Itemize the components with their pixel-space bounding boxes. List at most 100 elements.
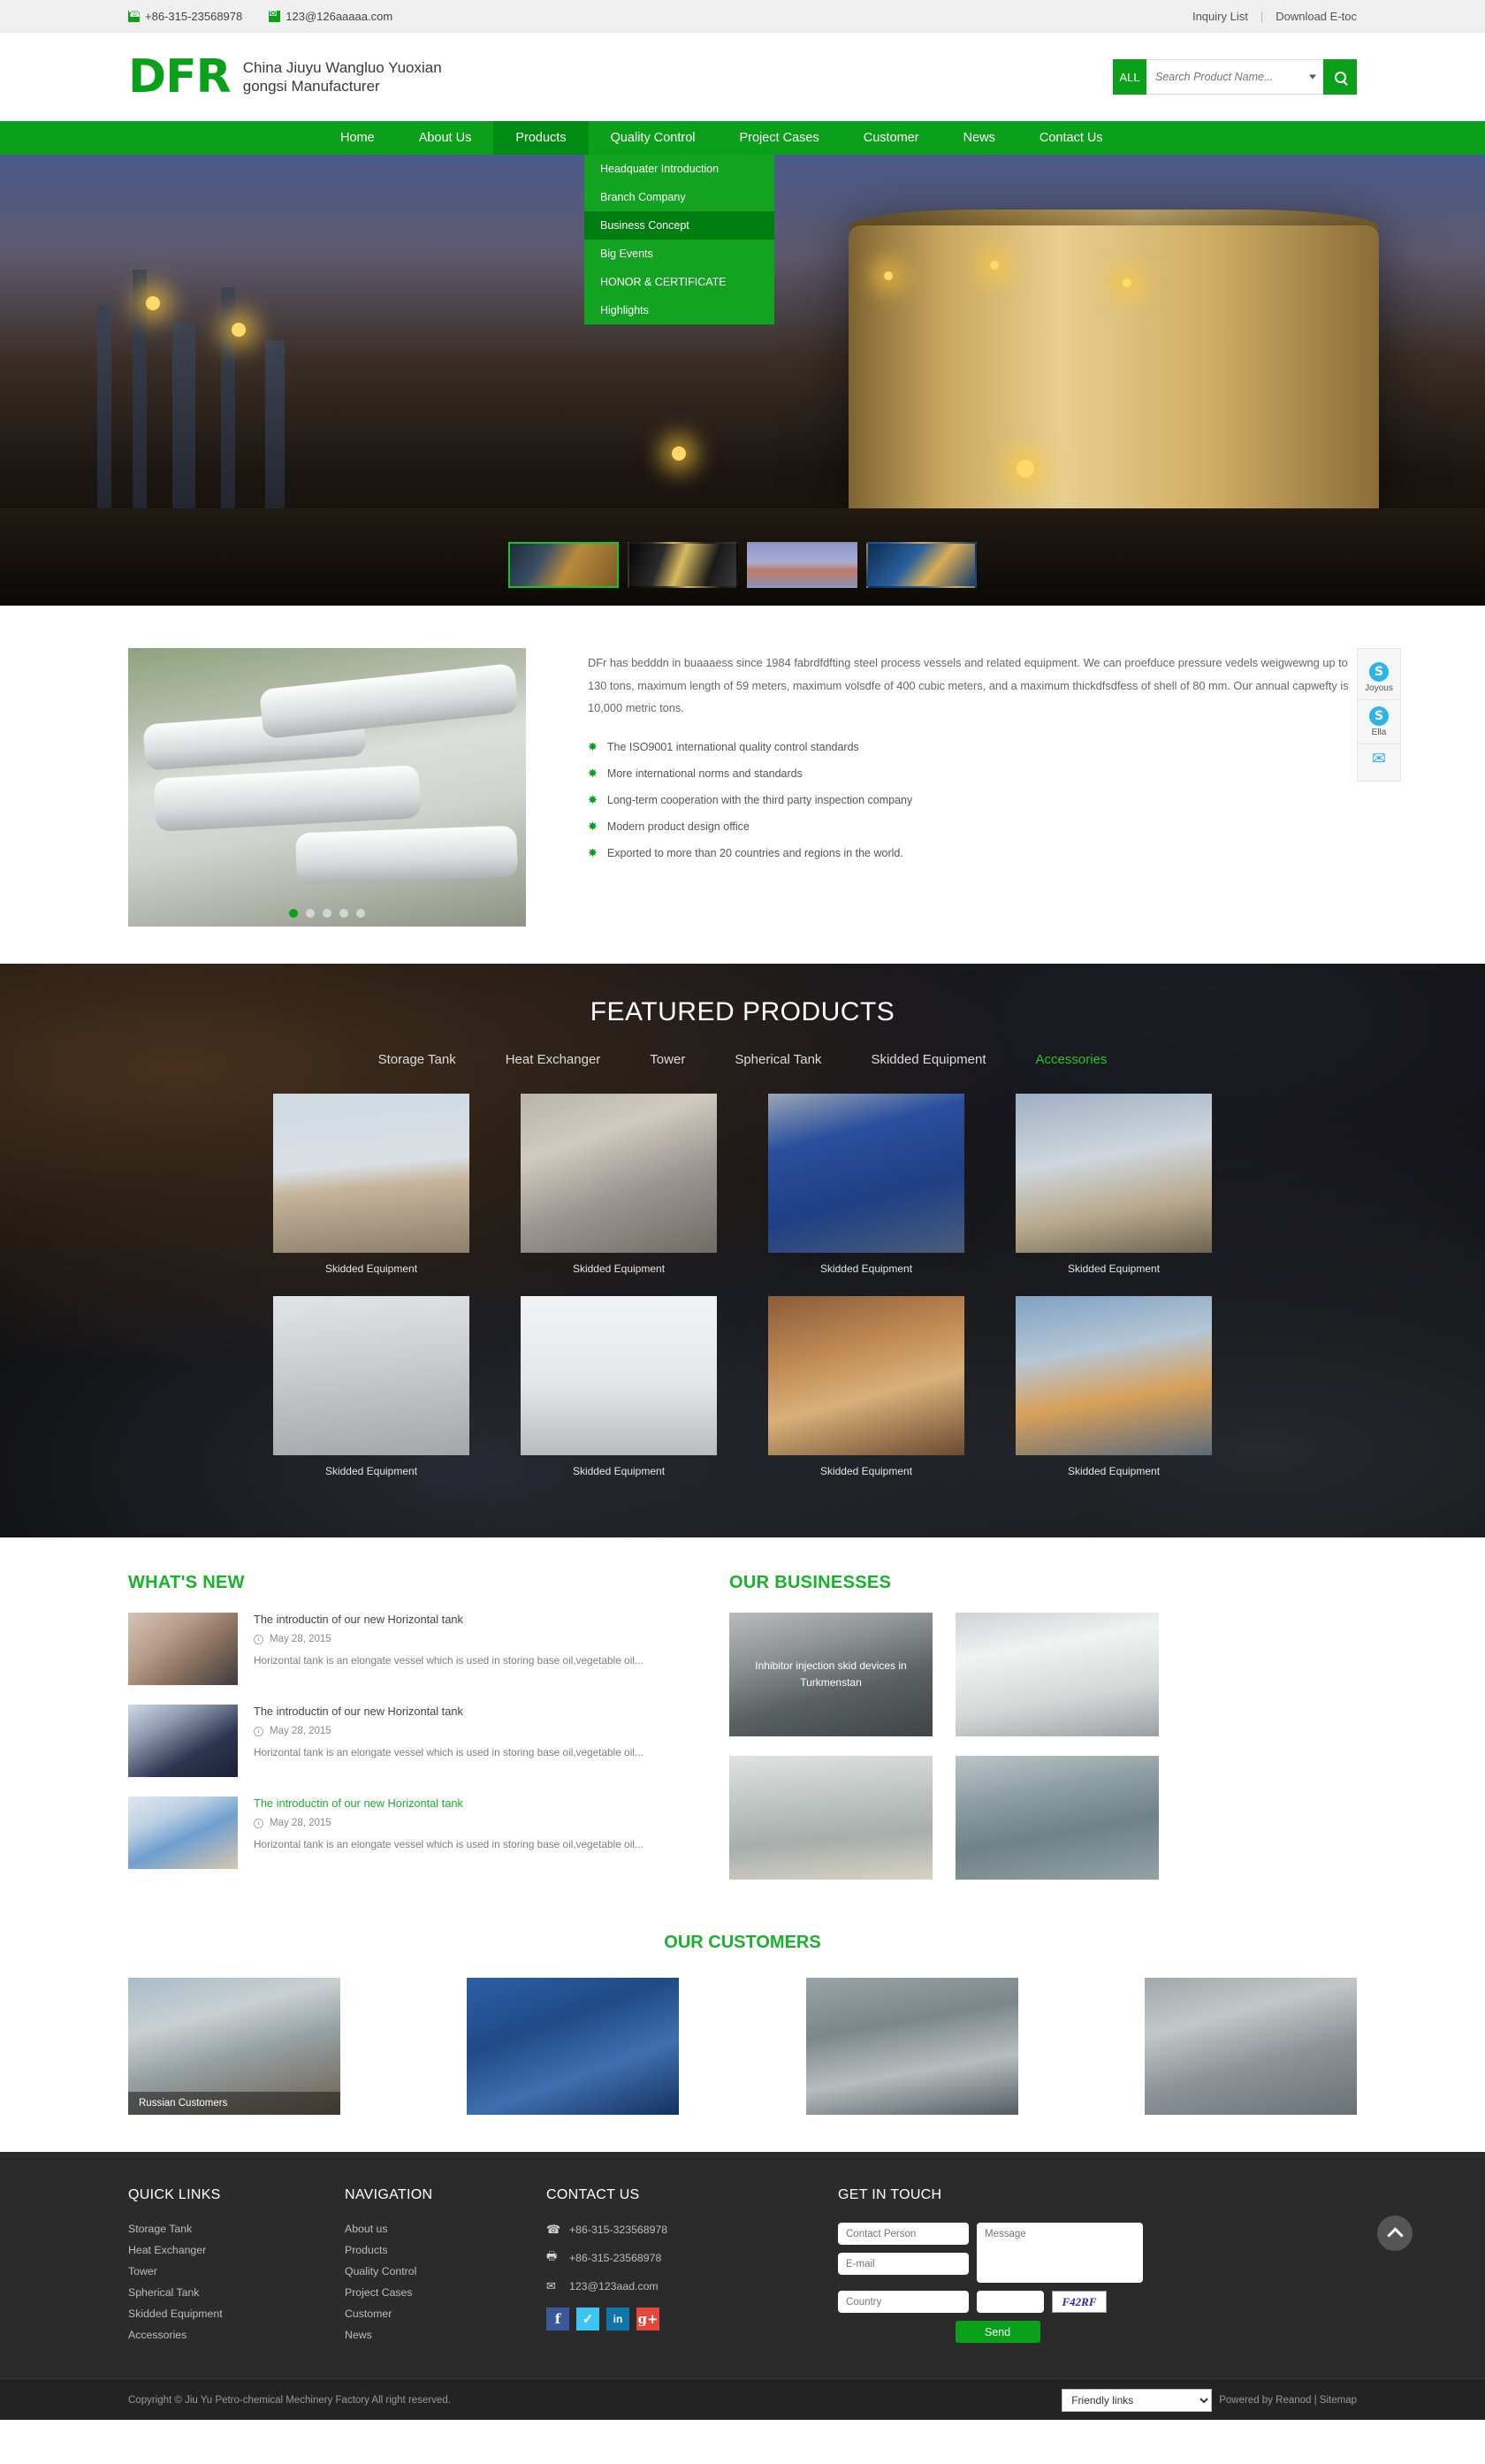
hero-thumbnail-3[interactable] bbox=[747, 542, 857, 588]
product-card[interactable]: Skidded Equipment bbox=[768, 1094, 964, 1275]
download-etoc-link[interactable]: Download E-toc bbox=[1276, 10, 1357, 23]
product-card[interactable]: Skidded Equipment bbox=[521, 1094, 717, 1275]
footer-nav-quality-control[interactable]: Quality Control bbox=[345, 2265, 546, 2277]
nav-item-quality-control[interactable]: Quality Control bbox=[589, 121, 718, 155]
news-thumbnail[interactable] bbox=[128, 1613, 238, 1685]
nav-item-customer[interactable]: Customer bbox=[842, 121, 941, 155]
news-title[interactable]: The introductin of our new Horizontal ta… bbox=[254, 1613, 659, 1626]
dropdown-item-highlights[interactable]: Highlights bbox=[584, 296, 774, 324]
product-card[interactable]: Skidded Equipment bbox=[273, 1296, 469, 1477]
customer-card[interactable] bbox=[1144, 1978, 1357, 2115]
dropdown-item-big-events[interactable]: Big Events bbox=[584, 240, 774, 268]
dropdown-item-business-concept[interactable]: Business Concept bbox=[584, 211, 774, 240]
nav-item-home[interactable]: Home bbox=[318, 121, 397, 155]
footer-nav-news[interactable]: News bbox=[345, 2329, 546, 2341]
chevron-down-icon[interactable] bbox=[1309, 74, 1316, 80]
nav-item-news[interactable]: News bbox=[941, 121, 1017, 155]
news-title[interactable]: The introductin of our new Horizontal ta… bbox=[254, 1705, 659, 1718]
product-card[interactable]: Skidded Equipment bbox=[1016, 1094, 1212, 1275]
twitter-icon[interactable]: ✓ bbox=[576, 2308, 599, 2331]
captcha-image[interactable]: F42RF bbox=[1052, 2291, 1107, 2313]
message-textarea[interactable] bbox=[977, 2223, 1143, 2283]
nav-item-about-us[interactable]: About Us bbox=[397, 121, 494, 155]
country-input[interactable] bbox=[838, 2291, 969, 2313]
footer-nav-customer[interactable]: Customer bbox=[345, 2308, 546, 2320]
chat-item-joyous[interactable]: S Joyous bbox=[1358, 656, 1400, 700]
tab-accessories[interactable]: Accessories bbox=[1036, 1052, 1108, 1067]
contact-person-input[interactable] bbox=[838, 2223, 969, 2245]
about-slider-dot-3[interactable] bbox=[323, 909, 331, 918]
customer-card[interactable]: Russian Customers bbox=[128, 1978, 340, 2115]
dropdown-item-headquater-introduction[interactable]: Headquater Introduction bbox=[584, 155, 774, 183]
news-list-item[interactable]: The introductin of our new Horizontal ta… bbox=[128, 1705, 659, 1777]
quick-link-heat-exchanger[interactable]: Heat Exchanger bbox=[128, 2244, 345, 2256]
about-slider-dots[interactable] bbox=[289, 909, 365, 918]
about-slider-dot-2[interactable] bbox=[306, 909, 315, 918]
tab-heat-exchanger[interactable]: Heat Exchanger bbox=[506, 1052, 601, 1067]
news-title[interactable]: The introductin of our new Horizontal ta… bbox=[254, 1797, 659, 1810]
product-image[interactable] bbox=[1016, 1094, 1212, 1253]
quick-link-skidded-equipment[interactable]: Skidded Equipment bbox=[128, 2308, 345, 2320]
side-chat-widget[interactable]: S Joyous S Ella ✉ bbox=[1357, 648, 1401, 782]
quick-link-accessories[interactable]: Accessories bbox=[128, 2329, 345, 2341]
footer-nav-products[interactable]: Products bbox=[345, 2244, 546, 2256]
back-to-top-button[interactable] bbox=[1377, 2216, 1413, 2251]
nav-item-project-cases[interactable]: Project Cases bbox=[717, 121, 841, 155]
footer-nav-project-cases[interactable]: Project Cases bbox=[345, 2286, 546, 2299]
about-slider-dot-4[interactable] bbox=[339, 909, 348, 918]
business-card[interactable] bbox=[956, 1756, 1159, 1880]
hero-thumbnail-carousel[interactable] bbox=[508, 542, 977, 588]
business-card[interactable]: Inhibitor injection skid devices in Turk… bbox=[729, 1613, 933, 1736]
inquiry-list-link[interactable]: Inquiry List bbox=[1192, 10, 1248, 23]
customer-card[interactable] bbox=[467, 1978, 680, 2115]
news-thumbnail[interactable] bbox=[128, 1705, 238, 1777]
product-image[interactable] bbox=[768, 1094, 964, 1253]
product-image[interactable] bbox=[521, 1296, 717, 1455]
business-card[interactable] bbox=[729, 1756, 933, 1880]
linkedin-icon[interactable]: in bbox=[606, 2308, 629, 2331]
captcha-input[interactable] bbox=[977, 2291, 1044, 2313]
product-image[interactable] bbox=[273, 1296, 469, 1455]
news-list-item[interactable]: The introductin of our new Horizontal ta… bbox=[128, 1797, 659, 1869]
nav-item-products[interactable]: Products bbox=[493, 121, 589, 155]
customer-card[interactable] bbox=[805, 1978, 1018, 2115]
product-card[interactable]: Skidded Equipment bbox=[273, 1094, 469, 1275]
product-image[interactable] bbox=[273, 1094, 469, 1253]
facebook-icon[interactable]: f bbox=[546, 2308, 569, 2331]
search-field-wrapper[interactable] bbox=[1146, 59, 1323, 95]
quick-link-spherical-tank[interactable]: Spherical Tank bbox=[128, 2286, 345, 2299]
search-input[interactable] bbox=[1146, 60, 1323, 94]
tab-spherical-tank[interactable]: Spherical Tank bbox=[735, 1052, 821, 1067]
footer-nav-about-us[interactable]: About us bbox=[345, 2223, 546, 2235]
chat-item-ella[interactable]: S Ella bbox=[1358, 700, 1400, 744]
logo-block[interactable]: DFR China Jiuyu Wangluo Yuoxian gongsi M… bbox=[128, 54, 473, 100]
hero-thumbnail-2[interactable] bbox=[628, 542, 738, 588]
hero-thumbnail-4[interactable] bbox=[866, 542, 977, 588]
product-image[interactable] bbox=[1016, 1296, 1212, 1455]
about-slider-dot-1[interactable] bbox=[289, 909, 298, 918]
dropdown-item-honor-certificate[interactable]: HONOR & CERTIFICATE bbox=[584, 268, 774, 296]
quick-link-tower[interactable]: Tower bbox=[128, 2265, 345, 2277]
product-card[interactable]: Skidded Equipment bbox=[768, 1296, 964, 1477]
dropdown-item-branch-company[interactable]: Branch Company bbox=[584, 183, 774, 211]
product-card[interactable]: Skidded Equipment bbox=[1016, 1296, 1212, 1477]
nav-item-contact-us[interactable]: Contact Us bbox=[1017, 121, 1125, 155]
quick-link-storage-tank[interactable]: Storage Tank bbox=[128, 2223, 345, 2235]
product-card[interactable]: Skidded Equipment bbox=[521, 1296, 717, 1477]
business-card[interactable] bbox=[956, 1613, 1159, 1736]
search-box[interactable]: ALL bbox=[1113, 59, 1357, 95]
about-slider-dot-5[interactable] bbox=[356, 909, 365, 918]
search-submit-button[interactable] bbox=[1323, 59, 1357, 95]
search-category-select[interactable]: ALL bbox=[1113, 59, 1146, 95]
tab-tower[interactable]: Tower bbox=[650, 1052, 685, 1067]
tab-skidded-equipment[interactable]: Skidded Equipment bbox=[871, 1052, 986, 1067]
about-image-slider[interactable] bbox=[128, 648, 526, 927]
news-list-item[interactable]: The introductin of our new Horizontal ta… bbox=[128, 1613, 659, 1685]
product-image[interactable] bbox=[768, 1296, 964, 1455]
email-input[interactable] bbox=[838, 2253, 969, 2275]
product-image[interactable] bbox=[521, 1094, 717, 1253]
friendly-links-select[interactable]: Friendly links bbox=[1062, 2388, 1213, 2412]
send-button[interactable]: Send bbox=[955, 2321, 1040, 2343]
hero-thumbnail-1[interactable] bbox=[508, 542, 619, 588]
news-thumbnail[interactable] bbox=[128, 1797, 238, 1869]
